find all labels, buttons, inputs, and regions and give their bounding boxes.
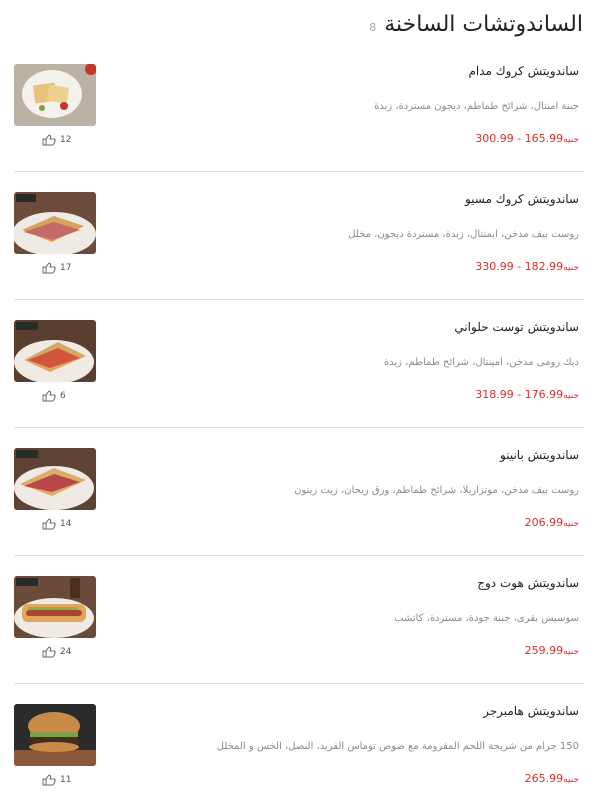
likes-count: 11 [60,775,72,785]
section-header: الساندوتشات الساخنة 8 [12,6,583,40]
item-image [14,704,96,766]
item-description: سوسيس بقرى، جبنة جودة، مستردة، كاتشب [394,613,579,624]
price-value: 206.99 [524,516,564,529]
price-currency: جنيه [563,647,579,657]
item-description: روست بيف مدخن، موتزاريلا، شرائح طماطم، و… [294,485,579,496]
likes-count: 14 [60,519,72,529]
price-currency: جنيه [563,135,579,145]
item-name: ساندويتش هوت دوج [477,576,579,590]
likes-count: 12 [60,135,72,145]
item-price: جنيه182.99 - 330.99 [475,260,579,273]
item-image [14,576,96,638]
thumbs-up-icon [42,134,56,146]
item-price: جنيه206.99 [525,516,579,529]
likes-count: 6 [60,391,66,401]
price-currency: جنيه [563,775,579,785]
price-value: 182.99 - 330.99 [475,260,564,273]
likes[interactable]: 12 [42,134,71,146]
item-description: ديك رومى مدخن، امينتال، شرائح طماطم، زبد… [383,357,579,368]
likes[interactable]: 24 [42,646,71,658]
thumbs-up-icon [42,774,56,786]
price-currency: جنيه [563,263,579,273]
item-description: روست بيف مدخن، ايمنتال، زبدة، مستردة ديج… [348,229,579,240]
likes-count: 24 [60,647,72,657]
thumbs-up-icon [42,390,56,402]
item-image [14,448,96,510]
price-currency: جنيه [563,391,579,401]
item-image [14,64,96,126]
item-name: ساندويتش كروك مسيو [464,192,579,206]
likes[interactable]: 11 [42,774,71,786]
item-image [14,320,96,382]
likes[interactable]: 17 [42,262,71,274]
likes[interactable]: 14 [42,518,71,530]
menu-item[interactable]: 24 ساندويتش هوت دوج سوسيس بقرى، جبنة جود… [14,557,585,684]
item-count: 8 [369,21,377,34]
menu-item[interactable]: 17 ساندويتش كروك مسيو روست بيف مدخن، ايم… [14,173,585,300]
item-name: ساندويتش هامبرجر [483,704,579,718]
menu-item[interactable]: 6 ساندويتش توست حلواني ديك رومى مدخن، ام… [14,301,585,428]
item-price: جنيه259.99 [525,644,579,657]
likes[interactable]: 6 [42,390,66,402]
item-price: جنيه265.99 [525,772,579,785]
thumbs-up-icon [42,518,56,530]
thumbs-up-icon [42,646,56,658]
price-value: 265.99 [524,772,564,785]
item-name: ساندويتش كروك مدام [468,64,579,78]
item-description: 150 جرام من شريحة اللحم المفرومة مع صوص … [216,741,579,752]
item-description: جبنة امنتال، شرائح طماطم، ديجون مستردة، … [374,101,579,112]
item-name: ساندويتش توست حلواني [454,320,579,334]
likes-count: 17 [60,263,72,273]
item-image [14,192,96,254]
menu-item[interactable]: 12 ساندويتش كروك مدام جبنة امنتال، شرائح… [14,45,585,172]
section-title: الساندوتشات الساخنة [384,12,583,37]
price-value: 176.99 - 318.99 [475,388,564,401]
thumbs-up-icon [42,262,56,274]
item-price: جنيه165.99 - 300.99 [475,132,579,145]
item-price: جنيه176.99 - 318.99 [475,388,579,401]
menu-item[interactable]: 14 ساندويتش بانينو روست بيف مدخن، موتزار… [14,429,585,556]
price-value: 259.99 [524,644,564,657]
menu-item[interactable]: 11 ساندويتش هامبرجر 150 جرام من شريحة ال… [14,685,585,811]
price-value: 165.99 - 300.99 [475,132,564,145]
item-name: ساندويتش بانينو [500,448,579,462]
price-currency: جنيه [563,519,579,529]
